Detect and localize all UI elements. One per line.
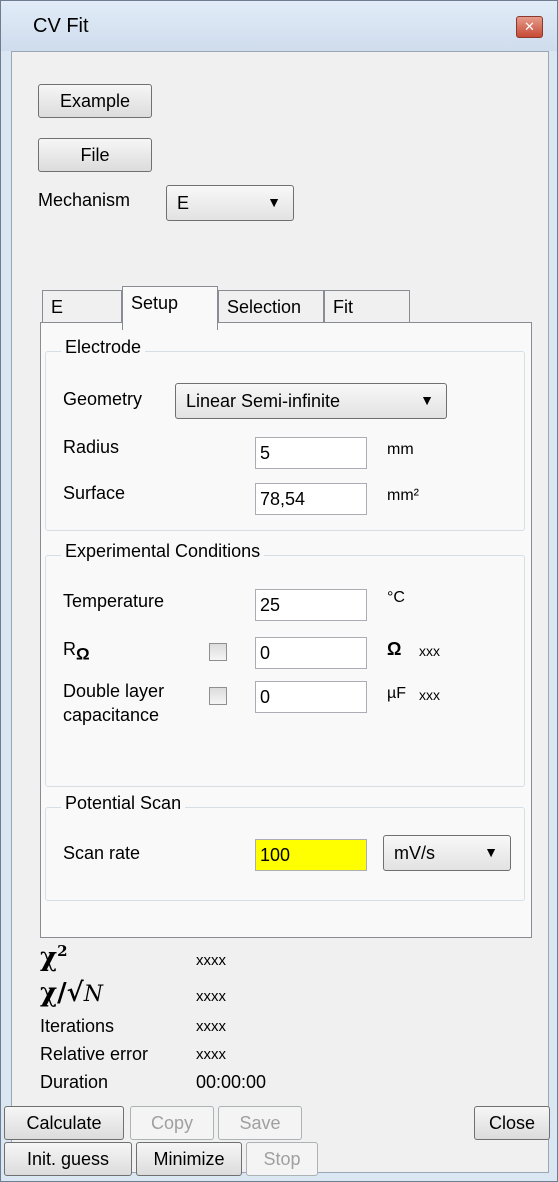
calculate-button[interactable]: Calculate [4,1106,124,1140]
resistance-extra: xxx [419,643,440,659]
double-layer-input[interactable]: 0 [255,681,367,713]
surface-input[interactable]: 78,54 [255,483,367,515]
radius-unit: mm [387,441,414,458]
double-layer-unit: µF [387,685,406,702]
iterations-value: xxxx [196,1018,226,1035]
resistance-unit: Ω [387,639,402,659]
copy-button[interactable]: Copy [130,1106,214,1140]
resistance-symbol: R [63,639,76,659]
resistance-checkbox[interactable] [209,643,227,661]
double-layer-checkbox[interactable] [209,687,227,705]
scan-rate-unit-select[interactable]: mV/s ▼ [383,835,511,871]
double-layer-extra: xxx [419,687,440,703]
mechanism-select[interactable]: E ▼ [166,185,294,221]
minimize-button[interactable]: Minimize [136,1142,242,1176]
save-button[interactable]: Save [218,1106,302,1140]
resistance-label: RΩ [63,639,90,665]
resistance-input[interactable]: 0 [255,637,367,669]
title-bar[interactable]: CV Fit ✕ [1,1,557,51]
example-button[interactable]: Example [38,84,152,118]
electrode-group-title: Electrode [61,337,146,358]
temperature-unit: °C [387,589,405,606]
chevron-down-icon: ▼ [267,194,281,210]
temperature-input[interactable]: 25 [255,589,367,621]
chi-over-sqrt-n-value: xxxx [196,988,226,1005]
double-layer-label-line1: Double layer [63,681,165,701]
chi-squared-symbol: χ2 [40,942,68,973]
close-button[interactable]: Close [474,1106,550,1140]
geometry-select[interactable]: Linear Semi-infinite ▼ [175,383,447,419]
radius-label: Radius [63,437,120,457]
relative-error-value: xxxx [196,1046,226,1063]
duration-label: Duration [40,1072,109,1092]
scan-rate-input[interactable]: 100 [255,839,367,871]
chevron-down-icon: ▼ [420,392,434,408]
chevron-down-icon: ▼ [484,844,498,860]
surface-label: Surface [63,483,126,503]
mechanism-value: E [177,192,190,213]
tab-setup[interactable]: Setup [122,286,218,330]
init-guess-button[interactable]: Init. guess [4,1142,132,1176]
duration-value: 00:00:00 [196,1072,267,1092]
geometry-label: Geometry [63,389,143,409]
client-area: Example File Mechanism E ▼ E Setup Selec… [4,51,550,1176]
iterations-label: Iterations [40,1016,115,1036]
chi-over-sqrt-n-symbol: χ/√N [40,978,103,1008]
stop-button[interactable]: Stop [246,1142,318,1176]
setup-tab-panel: Electrode Geometry Linear Semi-infinite … [40,322,532,938]
chi-squared-value: xxxx [196,952,226,969]
surface-unit: mm² [387,487,419,504]
temperature-label: Temperature [63,591,165,611]
geometry-value: Linear Semi-infinite [186,390,341,411]
cv-fit-window: CV Fit ✕ Example File Mechanism E ▼ E Se… [0,0,558,1182]
scan-rate-label: Scan rate [63,843,141,863]
window-title: CV Fit [33,15,89,37]
window-close-icon[interactable]: ✕ [516,16,543,38]
mechanism-label: Mechanism [38,190,131,210]
resistance-subscript: Ω [76,644,90,664]
file-button[interactable]: File [38,138,152,172]
radius-input[interactable]: 5 [255,437,367,469]
experimental-conditions-title: Experimental Conditions [61,541,265,562]
scan-rate-unit-value: mV/s [394,842,436,863]
potential-scan-title: Potential Scan [61,793,186,814]
double-layer-label-line2: capacitance [63,705,160,725]
relative-error-label: Relative error [40,1044,149,1064]
